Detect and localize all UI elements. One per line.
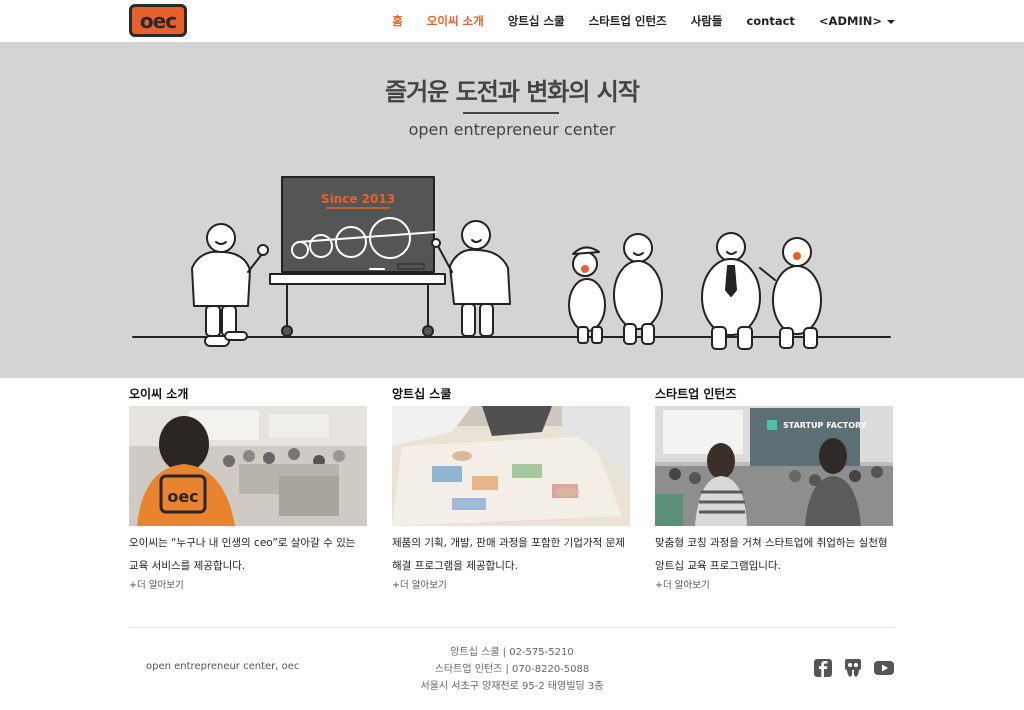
footer-divider [129, 627, 895, 628]
interns-heading: 스타트업 인턴즈 [655, 387, 737, 401]
nav-home[interactable]: 홈 [392, 13, 403, 29]
nav-people[interactable]: 사람들 [691, 13, 723, 29]
school-photo[interactable] [392, 406, 630, 526]
top-navbar: oec 홈 오이씨 소개 앙트십 스쿨 스타트업 인턴즈 사람들 contact… [0, 0, 1024, 42]
facebook-icon[interactable] [813, 658, 833, 678]
interns-description: 맞춤형 코칭 과정을 거쳐 스타트업에 취업하는 실천형 앙트십 교육 프로그램… [655, 537, 888, 572]
footer-contact: 앙트십 스쿨 | 02-575-5210 스타트업 인턴즈 | 070-8220… [362, 644, 662, 695]
nav-admin-dropdown[interactable]: <ADMIN> [819, 14, 895, 28]
about-heading: 오이씨 소개 [129, 387, 189, 401]
about-more-link[interactable]: +더 알아보기 [129, 578, 367, 594]
footer-org-name: open entrepreneur center, oec [146, 661, 300, 672]
nav-entrepreneurship-school[interactable]: 앙트십 스쿨 [508, 13, 565, 29]
interns-section: 스타트업 인턴즈 STARTUP FACTORY 맞춤형 코칭 과정을 거쳐 스… [655, 386, 893, 594]
footer-address: 서울시 서초구 양재천로 95-2 태영빌딩 3층 [420, 681, 604, 692]
about-section: 오이씨 소개 oec 오이씨는 “누구나 내 인생의 ceo”로 살아갈 수 있… [129, 386, 367, 594]
screen-text: STARTUP FACTORY [783, 421, 867, 430]
nav-admin-label: <ADMIN> [818, 14, 882, 28]
interns-photo[interactable]: STARTUP FACTORY [655, 406, 893, 526]
footer-interns-phone: 스타트업 인턴즈 | 070-8220-5088 [434, 664, 590, 675]
nav-about[interactable]: 오이씨 소개 [427, 13, 484, 29]
main-menu: 홈 오이씨 소개 앙트십 스쿨 스타트업 인턴즈 사람들 contact <AD… [368, 0, 895, 42]
oec-logo[interactable]: oec [129, 4, 187, 37]
footer-school-phone: 앙트십 스쿨 | 02-575-5210 [450, 647, 574, 658]
caret-down-icon [887, 19, 895, 24]
slideshare-icon[interactable] [843, 658, 863, 678]
shirt-logo-text: oec [167, 487, 198, 506]
table-top [269, 273, 446, 285]
school-more-link[interactable]: +더 알아보기 [392, 578, 630, 594]
nav-startup-interns[interactable]: 스타트업 인턴즈 [589, 13, 667, 29]
about-description: 오이씨는 “누구나 내 인생의 ceo”로 살아갈 수 있는 교육 서비스를 제… [129, 537, 356, 572]
about-photo[interactable]: oec [129, 406, 367, 526]
interns-more-link[interactable]: +더 알아보기 [655, 578, 893, 594]
school-section: 앙트십 스쿨 제품의 기획, 개발, 판매 과정을 포함한 기업가적 문제해결 … [392, 386, 630, 594]
school-heading: 앙트십 스쿨 [392, 387, 452, 401]
youtube-icon[interactable] [874, 658, 894, 678]
board-since-text: Since 2013 [321, 192, 395, 206]
hero-banner: 즐거운 도전과 변화의 시작 open entrepreneur center [0, 42, 1024, 378]
hero-illustration: Since 2013 [132, 176, 891, 350]
logo-text: oec [139, 8, 177, 33]
school-description: 제품의 기획, 개발, 판매 과정을 포함한 기업가적 문제해결 프로그램을 제… [392, 537, 625, 572]
nav-contact[interactable]: contact [746, 14, 794, 28]
